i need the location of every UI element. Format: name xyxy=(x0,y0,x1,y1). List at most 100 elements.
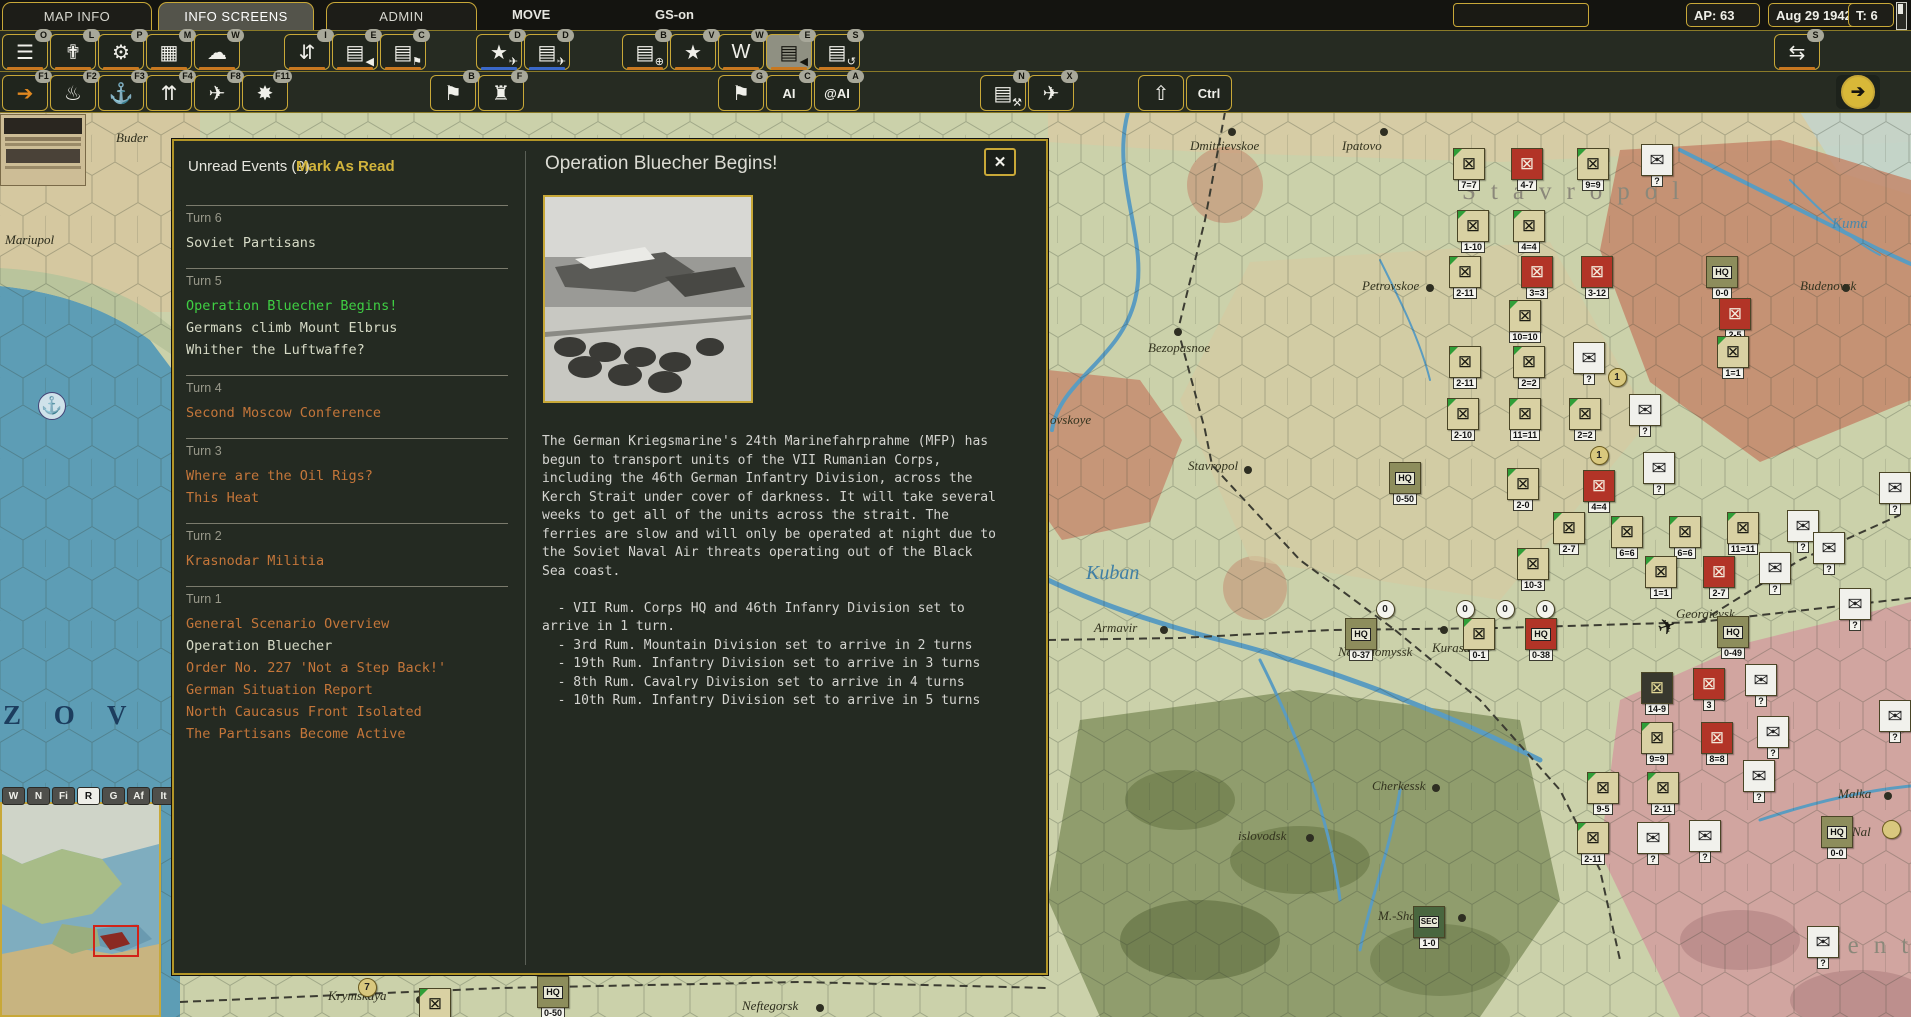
unit-counter-axis[interactable]: ⊠2-0 xyxy=(1506,468,1540,511)
unit-counter-axis[interactable]: ⊠1=1 xyxy=(1644,556,1678,599)
unit-counter-unk[interactable]: ✉? xyxy=(1878,472,1911,515)
top-scrollbar[interactable] xyxy=(1896,2,1907,30)
filter-button-r[interactable]: R xyxy=(77,787,100,805)
naval-transport-button[interactable]: ⚓F3 xyxy=(98,75,144,111)
production-list-button[interactable]: ▤⚒N xyxy=(980,75,1026,111)
unit-counter-axis[interactable]: ⊠2-10 xyxy=(1446,398,1480,441)
unit-counter-axis[interactable]: ⊠2-11 xyxy=(1448,346,1482,389)
unit-counter-axis[interactable]: ⊠4=4 xyxy=(1512,210,1546,253)
unit-counter-plane[interactable]: ✈ xyxy=(1650,612,1684,642)
unit-counter-axis[interactable]: ⊠6=6 xyxy=(1668,516,1702,559)
unit-counter-axis[interactable]: ⊠6-4 xyxy=(418,988,452,1017)
event-list-item[interactable]: North Caucasus Front Isolated xyxy=(186,703,508,721)
unit-counter-axis[interactable]: ⊠0-1 xyxy=(1462,618,1496,661)
events-page-button[interactable]: ▤◀E xyxy=(332,34,378,70)
event-list-item[interactable]: The Partisans Become Active xyxy=(186,725,508,743)
message-field[interactable] xyxy=(1453,3,1589,27)
victory-star-button[interactable]: ★V xyxy=(670,34,716,70)
unit-counter-hq[interactable]: HQ0-50 xyxy=(536,976,570,1017)
switch-sides-button[interactable]: ⇆S xyxy=(1774,34,1820,70)
unit-counter-sov[interactable]: ⊠4=4 xyxy=(1582,470,1616,513)
transfers-button[interactable]: ⇵I xyxy=(284,34,330,70)
unit-counter-axis[interactable]: ⊠2-11 xyxy=(1576,822,1610,865)
unit-counter-hqred[interactable]: HQ0-38 xyxy=(1524,618,1558,661)
unit-counter-hq[interactable]: HQ0-0 xyxy=(1820,816,1854,859)
next-action-button[interactable]: ➔F1 xyxy=(2,75,48,111)
ai-auto-button[interactable]: @AIA xyxy=(814,75,860,111)
unit-counter-sov[interactable]: ⊠4-7 xyxy=(1510,148,1544,191)
event-list-item[interactable]: Germans climb Mount Elbrus xyxy=(186,319,508,337)
unit-counter-hq[interactable]: HQ0-37 xyxy=(1344,618,1378,661)
word-export-button[interactable]: WW xyxy=(718,34,764,70)
unit-counter-axis[interactable]: ⊠10=10 xyxy=(1508,300,1542,343)
unit-counter-hq[interactable]: HQ0-0 xyxy=(1705,256,1739,299)
unit-counter-sov[interactable]: ⊠3=3 xyxy=(1520,256,1554,299)
unit-counter-unk[interactable]: ✉? xyxy=(1878,700,1911,743)
close-button[interactable]: ✕ xyxy=(984,148,1016,176)
unit-counter-dep[interactable]: 00 xyxy=(1528,600,1562,619)
unit-counter-axis[interactable]: ⊠9=9 xyxy=(1576,148,1610,191)
event-log-button[interactable]: ▤◀E xyxy=(766,34,812,70)
unit-counter-hq[interactable]: HQ0-49 xyxy=(1716,616,1750,659)
amphibious-button[interactable]: ⇈F4 xyxy=(146,75,192,111)
filter-button-w[interactable]: W xyxy=(2,787,25,805)
unit-counter-circ[interactable] xyxy=(1874,820,1908,839)
logistics-globe-button[interactable]: ▤⊕B xyxy=(622,34,668,70)
unit-counter-unk[interactable]: ✉? xyxy=(1628,394,1662,437)
newspaper-thumbnail[interactable] xyxy=(0,114,86,186)
battle-board-button[interactable]: ⚑B xyxy=(430,75,476,111)
unit-counter-unk[interactable]: ✉? xyxy=(1640,144,1674,187)
unit-counter-dep[interactable]: 00 xyxy=(1368,600,1402,619)
commanders-report-button[interactable]: ▤⚑C xyxy=(380,34,426,70)
filter-button-af[interactable]: Af xyxy=(127,787,150,805)
event-list-item[interactable]: Order No. 227 'Not a Step Back!' xyxy=(186,659,508,677)
unit-counter-axis[interactable]: ⊠2-11 xyxy=(1448,256,1482,299)
air-swap-button[interactable]: ✈X xyxy=(1028,75,1074,111)
objective-flag-button[interactable]: ⚑G xyxy=(718,75,764,111)
air-directive-star-button[interactable]: ★✈D xyxy=(476,34,522,70)
air-directive-list-button[interactable]: ▤✈D xyxy=(524,34,570,70)
unit-counter-axis[interactable]: ⊠2=2 xyxy=(1512,346,1546,389)
unit-counter-axis[interactable]: ⊠11=11 xyxy=(1508,398,1542,441)
unit-counter-sec[interactable]: SEC1-0 xyxy=(1412,906,1446,949)
unit-counter-axis[interactable]: ⊠1-10 xyxy=(1456,210,1490,253)
preferences-gear-button[interactable]: ⚙P xyxy=(98,34,144,70)
order-of-battle-button[interactable]: ☰O xyxy=(2,34,48,70)
unit-counter-sov[interactable]: ⊠8=8 xyxy=(1700,722,1734,765)
unit-counter-axis[interactable]: ⊠1=1 xyxy=(1716,336,1750,379)
minimap[interactable] xyxy=(0,802,161,1017)
event-list-item[interactable]: Operation Bluecher Begins! xyxy=(186,297,508,315)
event-list-item[interactable]: Operation Bluecher xyxy=(186,637,508,655)
unit-counter-unk[interactable]: ✉? xyxy=(1744,664,1778,707)
tab-info-screens[interactable]: INFO SCREENS xyxy=(158,2,314,30)
unit-counter-unk[interactable]: ✉? xyxy=(1758,552,1792,595)
event-list-item[interactable]: Whither the Luftwaffe? xyxy=(186,341,508,359)
unit-counter-unk[interactable]: ✉? xyxy=(1756,716,1790,759)
rail-transport-button[interactable]: ♨F2 xyxy=(50,75,96,111)
unit-counter-axis[interactable]: ⊠2=2 xyxy=(1568,398,1602,441)
event-list-item[interactable]: German Situation Report xyxy=(186,681,508,699)
unit-counter-sov[interactable]: ⊠3-12 xyxy=(1580,256,1614,299)
unit-counter-axis[interactable]: ⊠6=6 xyxy=(1610,516,1644,559)
shift-key-button[interactable]: ⇧ xyxy=(1138,75,1184,111)
mark-as-read-button[interactable]: Mark As Read xyxy=(296,158,395,175)
ai-assist-button[interactable]: AIC xyxy=(766,75,812,111)
unit-counter-sov[interactable]: ⊠3 xyxy=(1692,668,1726,711)
gs-toggle-label[interactable]: GS-on xyxy=(655,7,694,22)
unit-counter-axis[interactable]: ⊠9=9 xyxy=(1640,722,1674,765)
unit-counter-sov[interactable]: ⊠2-7 xyxy=(1702,556,1736,599)
event-list-item[interactable]: General Scenario Overview xyxy=(186,615,508,633)
unit-counter-unk[interactable]: ✉? xyxy=(1642,452,1676,495)
unit-counter-hq[interactable]: HQ0-50 xyxy=(1388,462,1422,505)
air-transport-button[interactable]: ✈F8 xyxy=(194,75,240,111)
unit-counter-axis[interactable]: ⊠2-11 xyxy=(1646,772,1680,815)
filter-button-g[interactable]: G xyxy=(102,787,125,805)
unit-counter-dep[interactable]: 00 xyxy=(1488,600,1522,619)
unit-counter-unk[interactable]: ✉? xyxy=(1636,822,1670,865)
losses-button[interactable]: ✟L xyxy=(50,34,96,70)
event-list-item[interactable]: This Heat xyxy=(186,489,508,507)
event-list-item[interactable]: Where are the Oil Rigs? xyxy=(186,467,508,485)
unit-counter-unk[interactable]: ✉? xyxy=(1812,532,1846,575)
tab-admin[interactable]: ADMIN xyxy=(326,2,477,30)
event-list-item[interactable]: Second Moscow Conference xyxy=(186,404,508,422)
